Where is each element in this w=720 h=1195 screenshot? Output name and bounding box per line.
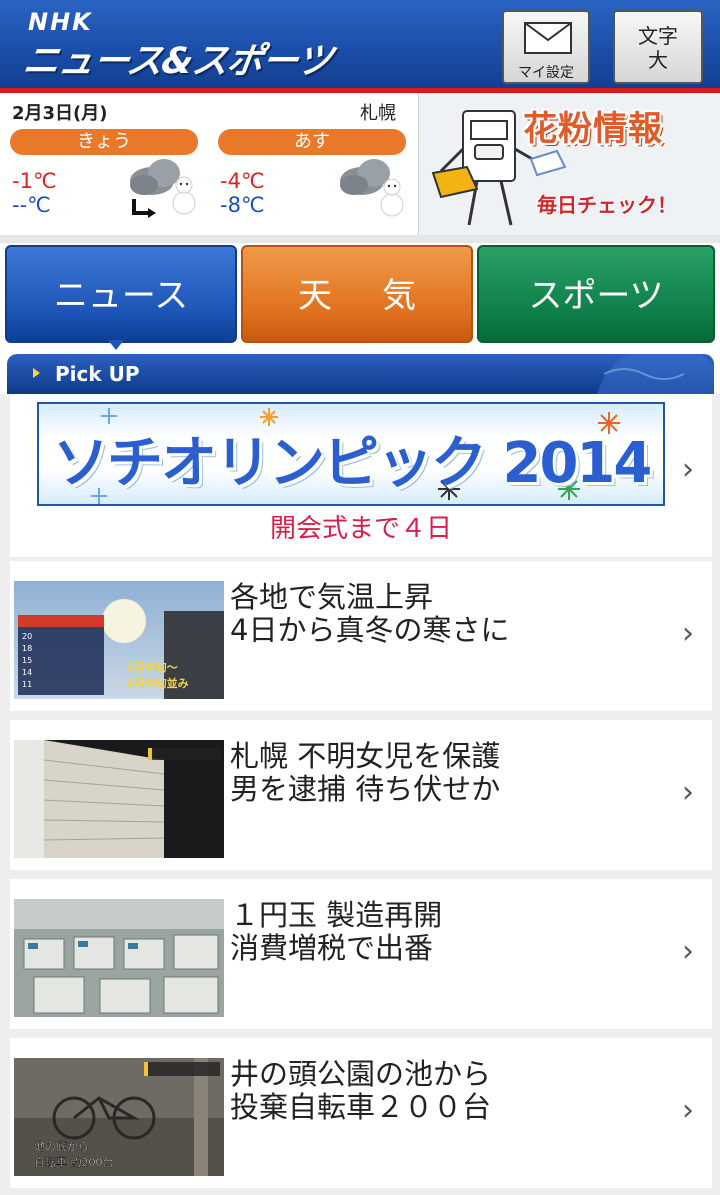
tab-news[interactable]: ニュース bbox=[5, 245, 237, 343]
today-label: きょう bbox=[10, 129, 198, 155]
pickup-header: Pick UP bbox=[7, 354, 714, 394]
chevron-right-icon: › bbox=[682, 1093, 694, 1128]
olympic-banner-title: ソチオリンピック 2014 bbox=[53, 431, 652, 496]
logo-news-sports[interactable]: ニュース&スポーツ bbox=[20, 32, 335, 84]
font-size-button[interactable]: 文字 大 bbox=[613, 10, 703, 84]
chevron-right-icon: › bbox=[682, 775, 694, 810]
news-title-line-1: 札幌 不明女児を保護 bbox=[230, 739, 501, 773]
svg-text:15: 15 bbox=[22, 656, 32, 665]
svg-text:4月中旬並み: 4月中旬並み bbox=[126, 676, 189, 690]
tab-weather[interactable]: 天気 bbox=[241, 245, 473, 343]
cloudy-then-snow-icon bbox=[130, 159, 196, 218]
svg-text:20: 20 bbox=[22, 632, 32, 641]
news-title-line-1: 井の頭公園の池から bbox=[230, 1057, 492, 1091]
tomorrow-label: あす bbox=[218, 129, 406, 155]
weather-city: 札幌 bbox=[360, 103, 396, 124]
news-title-line-1: 各地で気温上昇 bbox=[230, 580, 434, 614]
my-settings-button[interactable]: マイ設定 bbox=[502, 10, 590, 84]
news-item[interactable]: 札幌 不明女児を保護 男を逮捕 待ち伏せか › bbox=[10, 720, 712, 870]
font-size-label-2: 大 bbox=[648, 48, 668, 72]
news-thumbnail: 池の底から 自転車 約200台 bbox=[14, 1058, 224, 1176]
tab-sports[interactable]: スポーツ bbox=[477, 245, 715, 343]
pollen-title: 花粉情報 bbox=[523, 109, 663, 149]
news-thumbnail: 20 18 15 14 11 3月中旬～ 4月中旬並み bbox=[14, 581, 224, 699]
news-title: 井の頭公園の池から 投棄自転車２００台 bbox=[230, 1058, 670, 1124]
olympic-banner-card[interactable]: ソチオリンピック 2014 開会式まで４日 › bbox=[10, 394, 712, 557]
news-item[interactable]: 20 18 15 14 11 3月中旬～ 4月中旬並み 各地で気温上昇 4日から真冬の寒… bbox=[10, 561, 712, 711]
weather-widget[interactable]: 2月3日(月) 札幌 きょう あす -1℃ --℃ -4℃ -8℃ bbox=[0, 93, 418, 235]
news-title: 札幌 不明女児を保護 男を逮捕 待ち伏せか bbox=[230, 740, 670, 806]
my-settings-label: マイ設定 bbox=[518, 65, 574, 81]
today-high-temp: -1℃ bbox=[12, 169, 57, 193]
news-thumbnail bbox=[14, 740, 224, 858]
news-title: 各地で気温上昇 4日から真冬の寒さに bbox=[230, 581, 670, 647]
pond-bicycle-thumbnail: 池の底から 自転車 約200台 bbox=[14, 1058, 224, 1176]
svg-text:自転車 約200台: 自転車 約200台 bbox=[34, 1155, 114, 1169]
news-item[interactable]: １円玉 製造再開 消費増税で出番 › bbox=[10, 879, 712, 1029]
news-thumbnail bbox=[14, 899, 224, 1017]
apartment-night-thumbnail bbox=[14, 740, 224, 858]
chevron-right-icon: › bbox=[682, 452, 694, 487]
svg-text:14: 14 bbox=[22, 668, 32, 677]
news-title-line-2: 男を逮捕 待ち伏せか bbox=[230, 772, 501, 806]
news-item[interactable]: 池の底から 自転車 約200台 井の頭公園の池から 投棄自転車２００台 › bbox=[10, 1038, 712, 1188]
weather-date: 2月3日(月) bbox=[12, 103, 108, 124]
news-title-line-2: 消費増税で出番 bbox=[230, 931, 434, 965]
font-size-label-1: 文字 bbox=[638, 24, 678, 48]
tomorrow-low-temp: -8℃ bbox=[220, 193, 265, 217]
olympic-banner-image[interactable]: ソチオリンピック 2014 bbox=[37, 402, 665, 506]
tomorrow-high-temp: -4℃ bbox=[220, 169, 265, 193]
section-divider bbox=[0, 235, 720, 243]
svg-text:池の底から: 池の底から bbox=[34, 1139, 89, 1153]
weather-forecast-thumbnail: 20 18 15 14 11 3月中旬～ 4月中旬並み bbox=[14, 581, 224, 699]
mail-icon bbox=[524, 22, 572, 54]
news-title-line-1: １円玉 製造再開 bbox=[230, 898, 443, 932]
news-title-line-2: 投棄自転車２００台 bbox=[230, 1090, 492, 1124]
pickup-arrow-icon bbox=[33, 368, 40, 378]
svg-text:18: 18 bbox=[22, 644, 32, 653]
globe-decoration bbox=[596, 354, 714, 394]
svg-text:3月中旬～: 3月中旬～ bbox=[126, 660, 178, 674]
news-title-line-2: 4日から真冬の寒さに bbox=[230, 613, 510, 647]
pollen-banner[interactable]: 花粉情報 毎日チェック！ bbox=[418, 93, 720, 235]
pickup-label: Pick UP bbox=[55, 362, 140, 386]
news-title: １円玉 製造再開 消費増税で出番 bbox=[230, 899, 670, 965]
pollen-subtitle: 毎日チェック！ bbox=[537, 193, 677, 217]
chevron-right-icon: › bbox=[682, 934, 694, 969]
app-root: NHK ニュース&スポーツ マイ設定 文字 大 2月3日(月) 札幌 きょう あ… bbox=[0, 0, 720, 1195]
coin-factory-thumbnail bbox=[14, 899, 224, 1017]
svg-text:11: 11 bbox=[22, 680, 32, 689]
active-tab-indicator bbox=[108, 340, 124, 350]
cloudy-snow-icon bbox=[340, 159, 404, 217]
chevron-right-icon: › bbox=[682, 616, 694, 651]
opening-countdown: 開会式まで４日 bbox=[269, 514, 452, 544]
today-low-temp: --℃ bbox=[12, 193, 51, 217]
header-bar: NHK ニュース&スポーツ マイ設定 文字 大 bbox=[0, 0, 720, 93]
